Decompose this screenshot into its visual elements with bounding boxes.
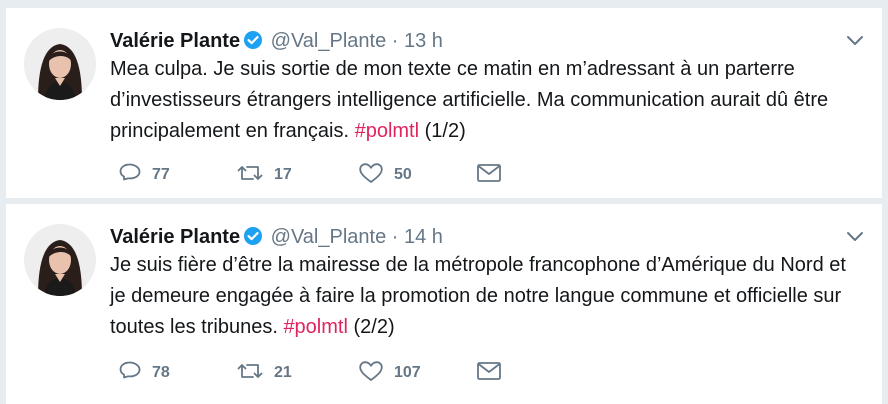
tweet-card[interactable]: Valérie Plante @Val_Plante · 14 h Je sui… bbox=[6, 204, 882, 404]
retweet-count: 21 bbox=[274, 364, 292, 381]
like-count: 50 bbox=[394, 166, 412, 183]
avatar[interactable] bbox=[24, 224, 96, 296]
tweet-card[interactable]: Valérie Plante @Val_Plante · 13 h Mea cu… bbox=[6, 8, 882, 198]
retweet-icon bbox=[236, 359, 264, 388]
tweet-text: Je suis fière d’être la mairesse de la m… bbox=[110, 250, 866, 343]
tweet-text-body: Mea culpa. Je suis sortie de mon texte c… bbox=[110, 58, 829, 142]
like-count: 107 bbox=[394, 364, 421, 381]
timestamp[interactable]: 13 h bbox=[404, 30, 443, 52]
tweet-header: Valérie Plante @Val_Plante · 14 h bbox=[110, 224, 443, 253]
retweet-button[interactable]: 21 bbox=[236, 358, 292, 388]
thread-counter: (2/2) bbox=[353, 316, 395, 338]
handle[interactable]: @Val_Plante bbox=[271, 226, 387, 248]
reply-count: 77 bbox=[152, 166, 170, 183]
avatar[interactable] bbox=[24, 28, 96, 100]
separator: · bbox=[391, 226, 399, 248]
retweet-count: 17 bbox=[274, 166, 292, 183]
tweet-text-body: Je suis fière d’être la mairesse de la m… bbox=[110, 254, 846, 338]
heart-icon bbox=[358, 161, 384, 190]
retweet-icon bbox=[236, 161, 264, 190]
envelope-icon bbox=[476, 360, 502, 387]
reply-count: 78 bbox=[152, 364, 170, 381]
author-name[interactable]: Valérie Plante bbox=[110, 226, 240, 248]
direct-message-button[interactable] bbox=[476, 358, 502, 388]
author-name[interactable]: Valérie Plante bbox=[110, 30, 240, 52]
like-button[interactable]: 50 bbox=[358, 160, 412, 190]
chevron-down-icon[interactable] bbox=[846, 34, 864, 52]
reply-icon bbox=[118, 359, 142, 388]
chevron-down-icon[interactable] bbox=[846, 230, 864, 248]
verified-badge-icon bbox=[243, 30, 263, 57]
retweet-button[interactable]: 17 bbox=[236, 160, 292, 190]
reply-icon bbox=[118, 161, 142, 190]
like-button[interactable]: 107 bbox=[358, 358, 421, 388]
reply-button[interactable]: 77 bbox=[118, 160, 170, 190]
direct-message-button[interactable] bbox=[476, 160, 502, 190]
timestamp[interactable]: 14 h bbox=[404, 226, 443, 248]
reply-button[interactable]: 78 bbox=[118, 358, 170, 388]
hashtag-link[interactable]: #polmtl bbox=[355, 120, 419, 142]
hashtag-link[interactable]: #polmtl bbox=[283, 316, 347, 338]
tweet-actions: 77 17 50 bbox=[110, 160, 530, 190]
handle[interactable]: @Val_Plante bbox=[271, 30, 387, 52]
envelope-icon bbox=[476, 162, 502, 189]
verified-badge-icon bbox=[243, 226, 263, 253]
tweet-header: Valérie Plante @Val_Plante · 13 h bbox=[110, 28, 443, 57]
separator: · bbox=[391, 30, 399, 52]
tweet-actions: 78 21 107 bbox=[110, 358, 530, 388]
heart-icon bbox=[358, 359, 384, 388]
tweet-text: Mea culpa. Je suis sortie de mon texte c… bbox=[110, 54, 866, 147]
thread-counter: (1/2) bbox=[424, 120, 466, 142]
